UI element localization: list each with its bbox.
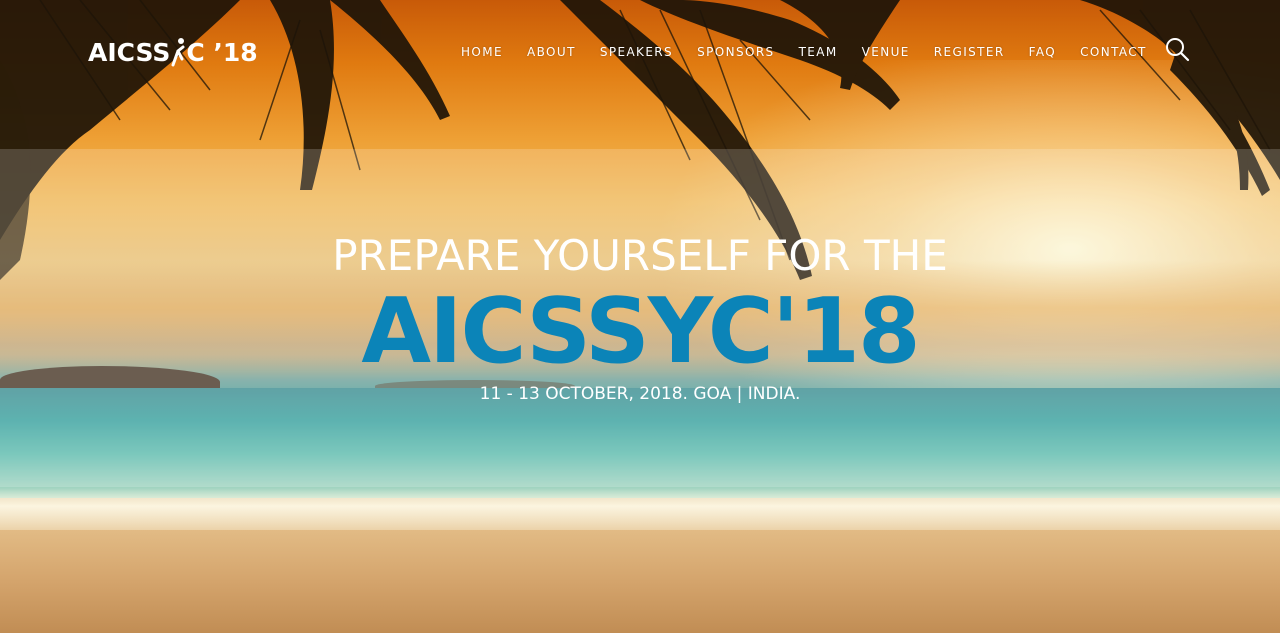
logo-text-left: AICSS [88, 37, 171, 67]
nav-home[interactable]: HOME [461, 42, 503, 62]
hero-date: 11 - 13 OCTOBER, 2018. GOA | INDIA. [479, 384, 801, 404]
nav-faq[interactable]: FAQ [1029, 42, 1056, 62]
nav-contact[interactable]: CONTACT [1080, 42, 1147, 62]
search-icon[interactable] [1164, 36, 1190, 62]
nav-register[interactable]: REGISTER [934, 42, 1005, 62]
hero-title: AICSSYC'18 [361, 279, 920, 384]
background-surf [0, 488, 1280, 533]
background-sand [0, 530, 1280, 633]
nav-about[interactable]: ABOUT [527, 42, 576, 62]
logo-text-right: C ’18 [186, 37, 258, 67]
nav-speakers[interactable]: SPEAKERS [600, 42, 673, 62]
landing-page: AICSS C ’18 HOME ABOUT SPEAKERS SPONSORS… [0, 0, 1280, 633]
nav-venue[interactable]: VENUE [862, 42, 910, 62]
site-header: AICSS C ’18 HOME ABOUT SPEAKERS SPONSORS… [0, 0, 1280, 100]
logo-figure-icon [171, 38, 185, 67]
nav-sponsors[interactable]: SPONSORS [697, 42, 775, 62]
main-nav: HOME ABOUT SPEAKERS SPONSORS TEAM VENUE … [461, 42, 1171, 62]
hero-kicker: PREPARE YOURSELF FOR THE [332, 231, 948, 280]
nav-team[interactable]: TEAM [799, 42, 838, 62]
site-logo[interactable]: AICSS C ’18 [88, 32, 258, 72]
